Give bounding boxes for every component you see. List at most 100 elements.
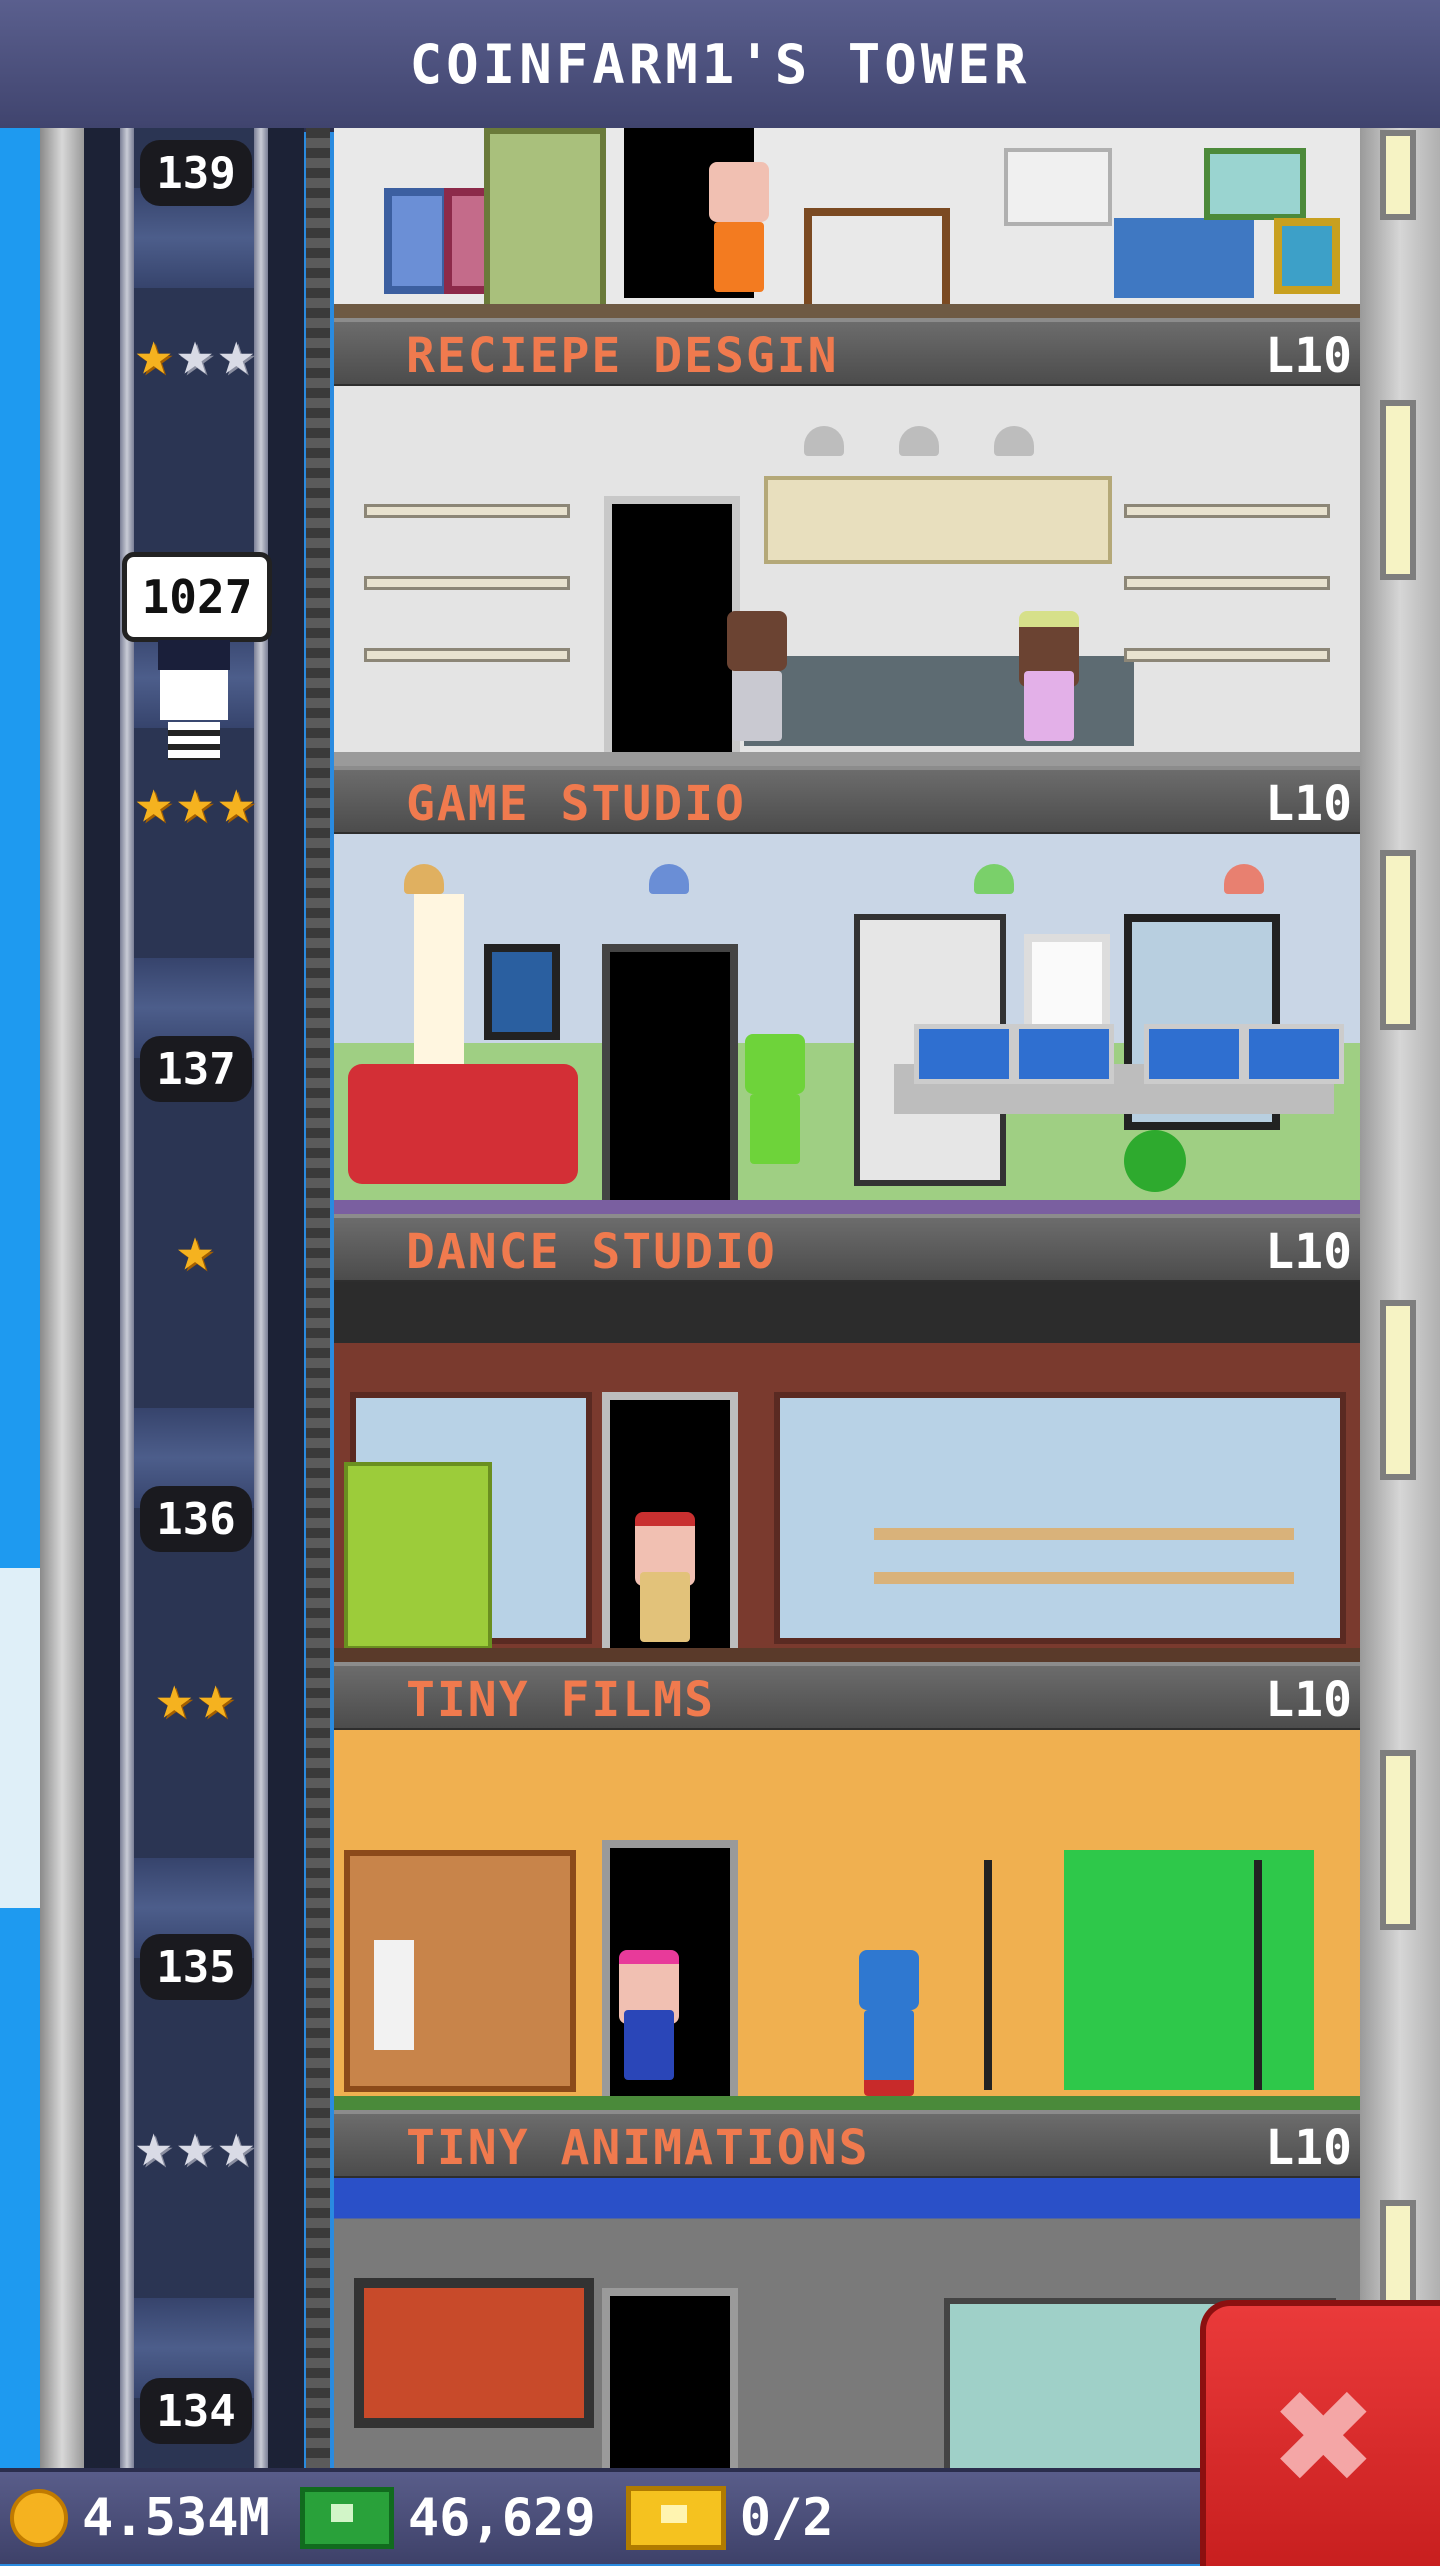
red-sofa [348,1064,578,1184]
bitizen[interactable] [704,162,774,312]
shelf [364,504,570,518]
star-icon: ★ [217,316,255,389]
bitizen-body [624,2010,674,2080]
bitizen-head [745,1034,805,1094]
bitizen-body [640,1572,690,1642]
bitizen-head [709,162,769,222]
bitizen[interactable] [1014,611,1084,761]
floor-name: TINY ANIMATIONS [406,2120,870,2176]
floor-name: TINY FILMS [406,1672,715,1728]
star-icon: ★ [197,1660,235,1733]
floor-level: L10 [1265,1672,1352,1728]
room-floor [334,2096,1360,2110]
ballet-barre [874,1572,1294,1584]
counter [1114,218,1254,298]
elevator-rider[interactable] [148,640,240,760]
floor-level: L10 [1265,1224,1352,1280]
floor-room[interactable] [334,386,1360,766]
bitizen-frog-costume[interactable] [740,1034,810,1184]
water-cooler [374,1940,414,2050]
tower-window [1380,1750,1416,1930]
plant [1124,1130,1186,1192]
bitizen-body [750,1094,800,1164]
floor-stars: ★ ★ [90,1662,300,1732]
bitizen[interactable] [630,1512,700,1662]
star-icon: ★ [176,316,214,389]
dance-mirror [774,1392,1346,1644]
star-icon: ★ [155,1660,193,1733]
floor-number: 136 [140,1486,252,1552]
doorway [604,496,740,754]
floor-room[interactable] [334,1730,1360,2110]
doorway [602,2288,738,2468]
bux-count: 46,629 [407,2488,596,2548]
star-icon: ★ [217,764,255,837]
floor-number: 135 [140,1934,252,2000]
bitizen-hero-costume[interactable] [854,1950,924,2100]
tower-title-bar: COINFARM1'S TOWER [0,0,1440,132]
tower-title: COINFARM1'S TOWER [409,32,1031,96]
rider-speech-bubble: 1027 [122,552,272,642]
bitizen-head [727,611,787,671]
close-button[interactable]: ✖ [1200,2300,1440,2566]
room-floor [334,1200,1360,1214]
floor-name: GAME STUDIO [406,776,746,832]
room-floor [334,1648,1360,1662]
floor-level: L10 [1265,776,1352,832]
monitor [1144,1024,1244,1084]
floor-label-bar[interactable]: GAME STUDIO L10 [334,766,1360,836]
tower-window [1380,400,1416,580]
light-stand [1254,1860,1262,2090]
floor-number: 139 [140,140,252,206]
cabinets [764,476,1112,564]
bitizen-body [1024,671,1074,741]
monitor [914,1024,1014,1084]
star-icon: ★ [135,2108,173,2181]
floor-stars: ★ [90,1214,300,1284]
bitizen[interactable] [614,1950,684,2100]
bitizen[interactable] [722,611,792,761]
tower-window [1380,850,1416,1030]
shelf [1124,504,1330,518]
floor-room[interactable] [334,128,1360,318]
table [804,208,950,314]
floor-room[interactable] [334,1282,1360,1662]
room-window [1204,148,1306,220]
floor-stars: ★ ★ ★ [90,2110,300,2180]
floor-level: L10 [1265,2120,1352,2176]
floor-name: RECIEPE DESGIN [406,328,839,384]
star-icon: ★ [135,316,173,389]
star-icon: ★ [176,2108,214,2181]
tower-left-wall [40,128,84,2468]
floor-number: 137 [140,1036,252,1102]
floor-label-bar[interactable]: TINY ANIMATIONS L10 [334,2110,1360,2180]
rider-hat [158,640,230,670]
rider-face [160,670,228,720]
painting [384,188,450,294]
poster [484,944,560,1040]
bitizen-head [859,1950,919,2010]
light-stand [984,1860,992,2090]
cabinet [484,128,606,310]
floor-level: L10 [1265,328,1352,384]
floor-label-bar[interactable]: RECIEPE DESGIN L10 [334,318,1360,388]
floor-room[interactable] [334,834,1360,1214]
shelf [1124,576,1330,590]
shelf [1124,648,1330,662]
floor-stars: ★ ★ ★ [90,766,300,836]
star-icon: ★ [135,764,173,837]
bitizen-body [714,222,764,292]
green-screen [1064,1850,1314,2090]
recipe-board [1004,148,1112,226]
monitor [1244,1024,1344,1084]
close-icon: ✖ [1274,2337,1378,2535]
floor-stars: ★ ★ ★ [90,318,300,388]
floor-number: 134 [140,2378,252,2444]
floor-label-bar[interactable]: TINY FILMS L10 [334,1662,1360,1732]
tower-window [1380,130,1416,220]
star-icon: ★ [176,764,214,837]
golden-ticket-icon [625,2486,726,2550]
rider-legs [168,722,220,760]
shelf [364,648,570,662]
floor-label-bar[interactable]: DANCE STUDIO L10 [334,1214,1360,1284]
